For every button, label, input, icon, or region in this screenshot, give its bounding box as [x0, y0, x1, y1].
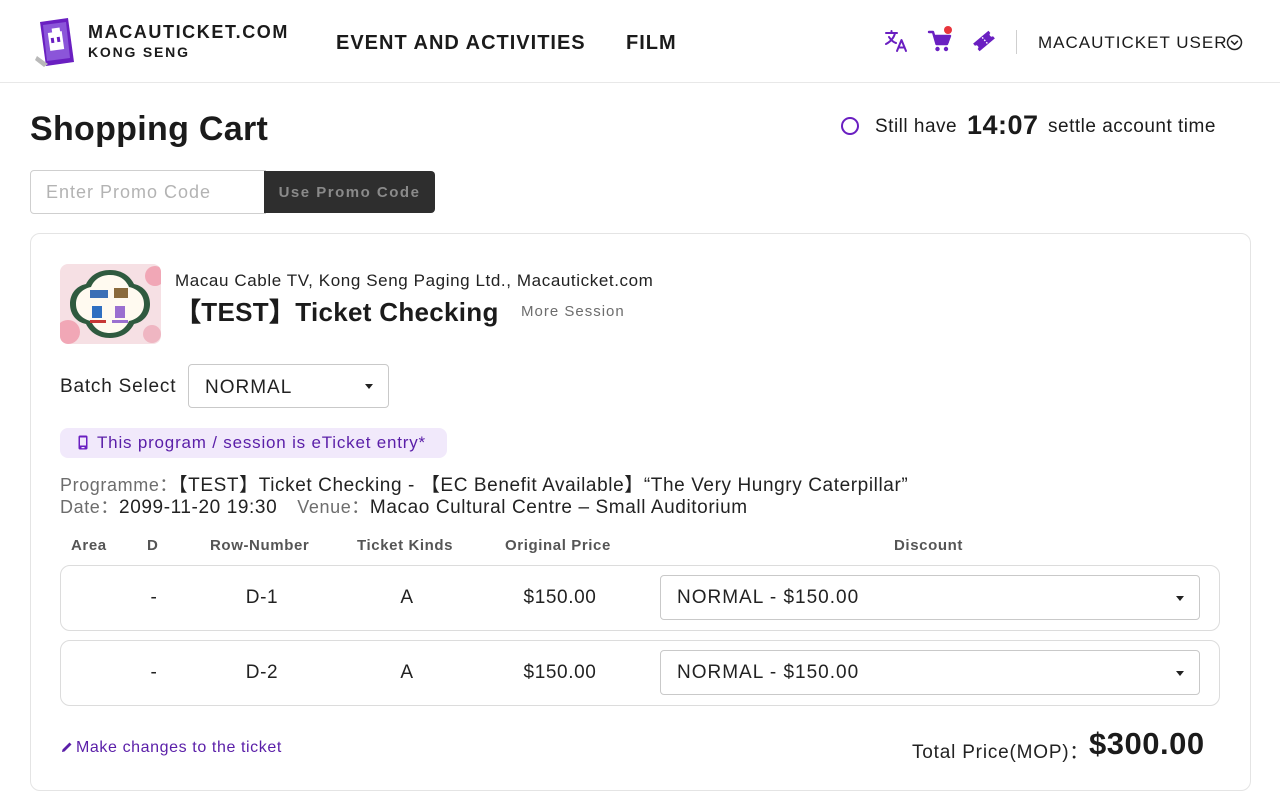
batch-select-value: NORMAL	[205, 377, 293, 398]
column-header-area: Area	[71, 537, 107, 554]
brand-name: MACAUTICKET.COM	[88, 22, 289, 42]
discount-select[interactable]: NORMAL - $150.00	[660, 575, 1200, 620]
event-organizer: Macau Cable TV, Kong Seng Paging Ltd., M…	[175, 271, 654, 290]
cell-d: -	[150, 587, 158, 608]
date-label: Date：	[60, 497, 120, 517]
cell-original-price: $150.00	[523, 662, 597, 683]
make-changes-text: Make changes to the ticket	[76, 739, 282, 756]
column-header-d: D	[147, 537, 159, 554]
venue-value: Macao Cultural Centre – Small Auditorium	[369, 497, 748, 518]
venue-label: Venue：	[297, 497, 370, 517]
cell-ticket-kind: A	[400, 662, 414, 683]
header-divider	[1016, 30, 1017, 54]
total-price-value: $300.00	[1089, 726, 1205, 761]
cell-row-number: D-2	[245, 662, 279, 683]
cell-row-number: D-1	[245, 587, 279, 608]
page-title: Shopping Cart	[30, 110, 269, 148]
more-session-link[interactable]: More Session	[521, 303, 625, 320]
cell-ticket-kind: A	[400, 587, 414, 608]
eticket-notice: This program / session is eTicket entry*	[60, 428, 447, 458]
date-value: 2099-11-20 19:30	[119, 497, 278, 518]
cart-button[interactable]	[927, 26, 953, 54]
discount-select-value: NORMAL - $150.00	[677, 662, 860, 683]
total-price-label: Total Price(MOP)：	[912, 742, 1090, 763]
eticket-notice-text: This program / session is eTicket entry*	[97, 433, 426, 452]
ticket-row: - D-2 A $150.00 NORMAL - $150.00	[60, 640, 1220, 706]
batch-select-label: Batch Select	[60, 376, 177, 397]
discount-select[interactable]: NORMAL - $150.00	[660, 650, 1200, 695]
event-thumbnail[interactable]	[60, 264, 161, 344]
event-title[interactable]: 【TEST】Ticket Checking	[175, 292, 499, 329]
timer-prefix: Still have	[875, 116, 958, 137]
promo-code-input[interactable]	[30, 170, 266, 214]
timer-icon	[841, 117, 859, 135]
nav-event-and-activities[interactable]: EVENT AND ACTIVITIES	[336, 32, 586, 55]
cart-badge	[944, 26, 952, 34]
programme-label: Programme：	[60, 475, 179, 495]
column-header-discount: Discount	[894, 537, 963, 554]
column-header-original-price: Original Price	[505, 537, 611, 554]
user-menu-label[interactable]: MACAUTICKET USER	[1038, 33, 1228, 53]
cell-original-price: $150.00	[523, 587, 597, 608]
column-header-row-number: Row-Number	[210, 537, 310, 554]
translate-icon[interactable]	[883, 28, 909, 54]
cell-d: -	[150, 662, 158, 683]
chevron-down-icon[interactable]	[1226, 34, 1243, 51]
caret-down-icon	[365, 384, 373, 389]
nav-film[interactable]: FILM	[626, 32, 677, 55]
discount-select-value: NORMAL - $150.00	[677, 587, 860, 608]
caret-down-icon	[1176, 671, 1184, 676]
ticket-row: - D-1 A $150.00 NORMAL - $150.00	[60, 565, 1220, 631]
phone-icon	[78, 435, 88, 450]
timer-suffix: settle account time	[1048, 116, 1216, 137]
ticket-icon[interactable]	[971, 28, 997, 54]
batch-select-dropdown[interactable]: NORMAL	[188, 364, 389, 408]
macauticket-logo[interactable]	[34, 16, 78, 68]
brand-subname: KONG SENG	[88, 44, 190, 60]
countdown-timer: 14:07	[967, 110, 1039, 140]
make-changes-link[interactable]: Make changes to the ticket	[61, 739, 282, 757]
column-header-ticket-kinds: Ticket Kinds	[357, 537, 454, 554]
caret-down-icon	[1176, 596, 1184, 601]
date-venue-line: Date：2099-11-20 19:30 Venue：Macao Cultura…	[60, 493, 748, 519]
pencil-icon	[62, 742, 72, 752]
top-header: MACAUTICKET.COM KONG SENG EVENT AND ACTI…	[0, 0, 1280, 83]
use-promo-code-button[interactable]: Use Promo Code	[264, 171, 435, 213]
